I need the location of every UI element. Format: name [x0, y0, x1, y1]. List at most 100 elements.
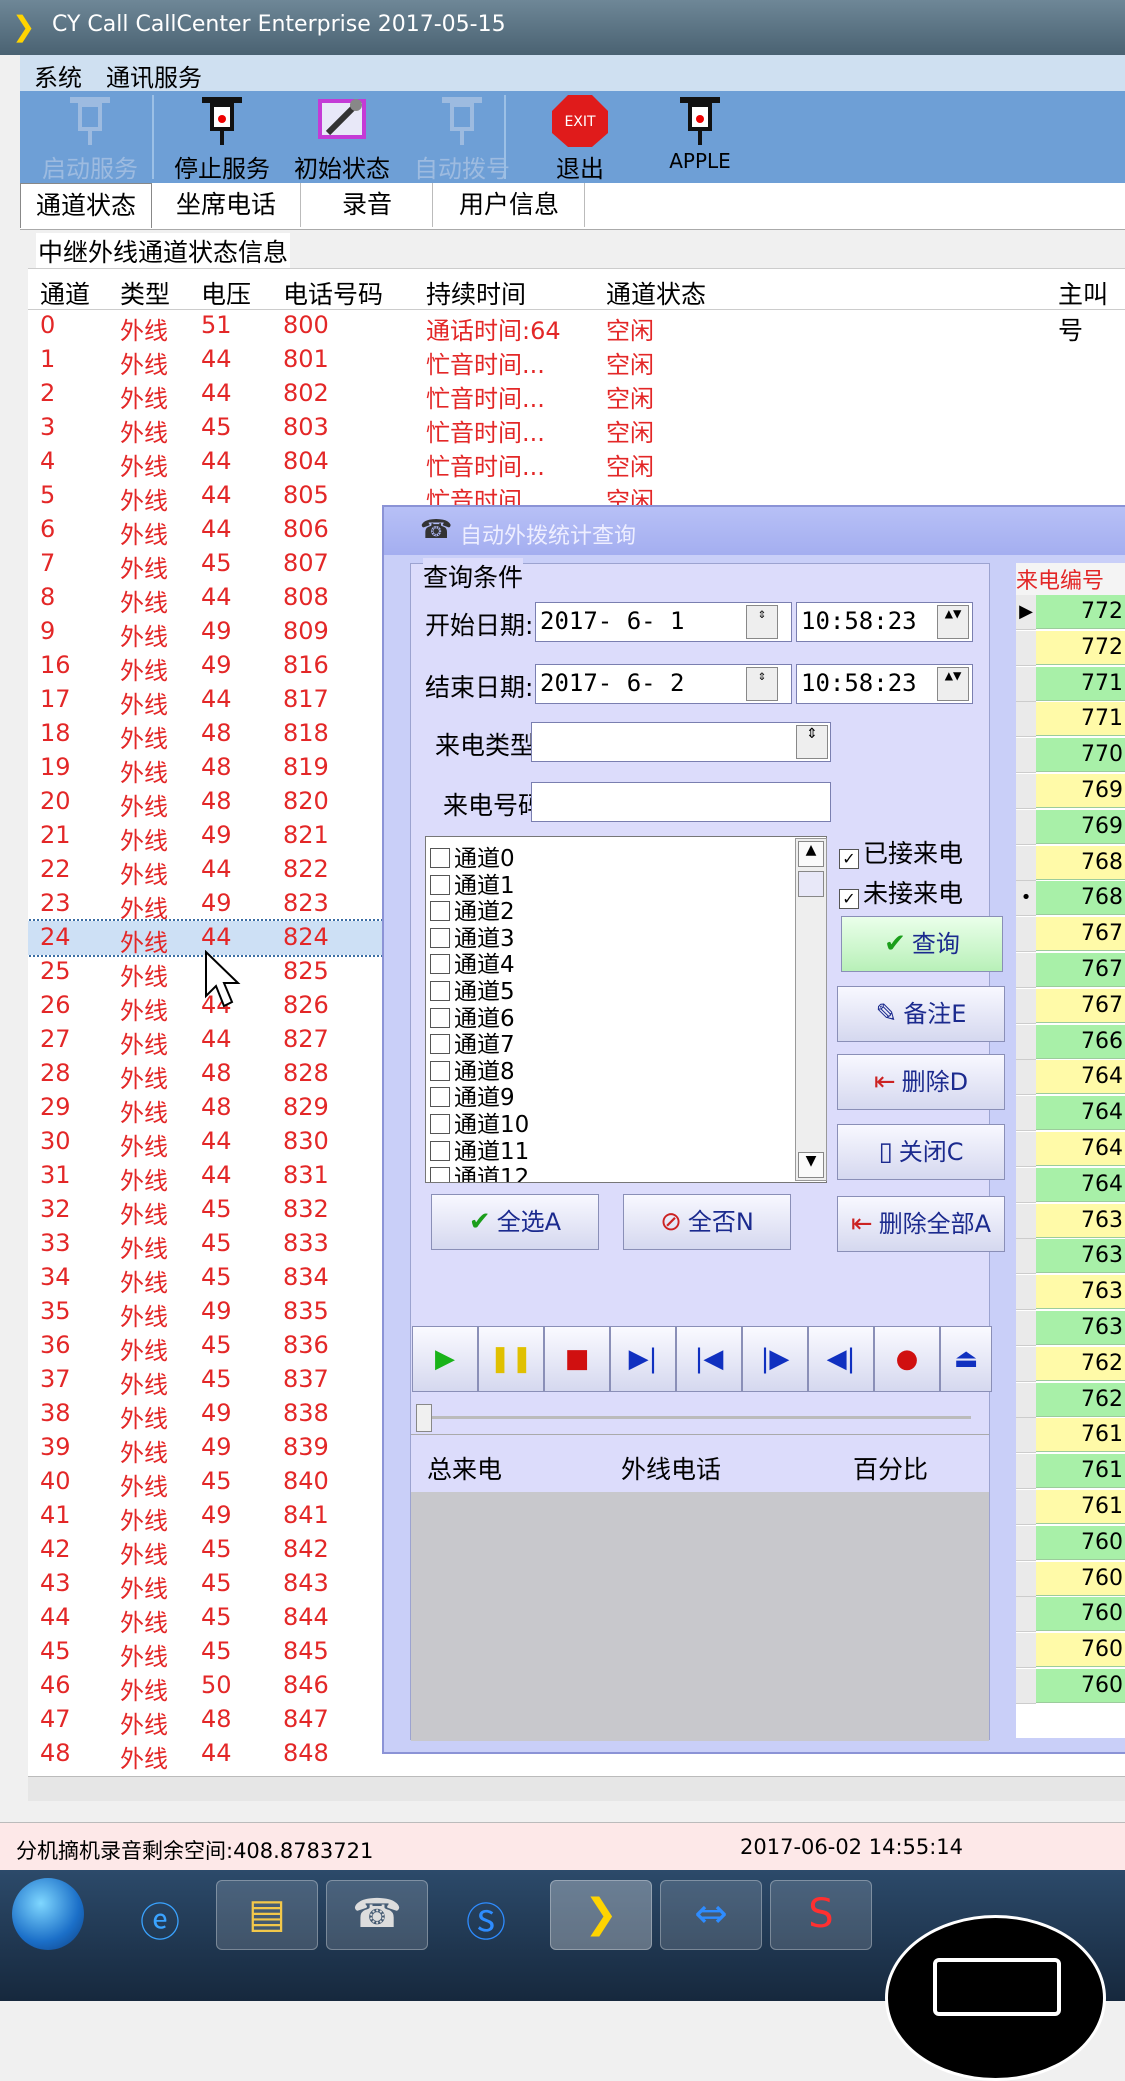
list-item[interactable]: 772	[1016, 630, 1125, 666]
end-date-input[interactable]: 2017- 6- 2 ⇕	[535, 664, 792, 704]
init-state-button[interactable]: 初始状态	[282, 91, 402, 183]
list-item[interactable]: 760	[1016, 1597, 1125, 1633]
record-icon[interactable]: ●	[874, 1326, 940, 1392]
table-row[interactable]: 3 外线 45 803 忙音时间... 空闲	[28, 411, 1125, 447]
start-date-dropdown[interactable]: ⇕	[746, 605, 778, 639]
exit-button[interactable]: EXIT 退出	[530, 91, 630, 183]
channel-checkbox[interactable]: 通道12	[430, 1158, 529, 1182]
table-row[interactable]: 4 外线 44 804 忙音时间... 空闲	[28, 445, 1125, 481]
list-item[interactable]: 763	[1016, 1239, 1125, 1275]
list-item[interactable]: 763	[1016, 1203, 1125, 1239]
start-button[interactable]	[12, 1878, 84, 1950]
channel-checklist[interactable]: 通道0 通道1 通道2 通道3 通道4 通道5 通道6 通道7 通道8 通道9 通道10 通道11 通道…	[425, 836, 827, 1183]
tab-user-info[interactable]: 用户信息	[434, 183, 585, 227]
app-s-icon[interactable]: S	[770, 1880, 872, 1950]
list-item[interactable]: 767	[1016, 953, 1125, 988]
table-row[interactable]: 2 外线 44 802 忙音时间... 空闲	[28, 377, 1125, 413]
menu-system[interactable]: 系统	[34, 58, 82, 93]
call-id-header[interactable]: 来电编号	[1016, 563, 1125, 595]
note-button[interactable]: ✎ 备注E	[837, 986, 1005, 1042]
explorer-icon[interactable]: ▤	[216, 1880, 318, 1950]
table-row[interactable]: 0 外线 51 800 通话时间:64 空闲	[28, 309, 1125, 345]
ie-icon[interactable]: ⓔ	[110, 1880, 210, 1948]
channel-checkbox[interactable]: 通道3	[430, 919, 515, 952]
start-service-button[interactable]: 启动服务	[30, 91, 150, 183]
close-button[interactable]: ▯ 关闭C	[837, 1124, 1005, 1180]
channel-checkbox[interactable]: 通道8	[430, 1052, 515, 1085]
list-item[interactable]: 761	[1016, 1454, 1125, 1490]
horizontal-scrollbar[interactable]	[28, 1776, 1125, 1801]
list-item[interactable]: 761	[1016, 1490, 1125, 1525]
col-voltage[interactable]: 电压	[201, 275, 251, 311]
list-item[interactable]: 760	[1016, 1669, 1125, 1704]
list-item[interactable]: 763	[1016, 1311, 1125, 1346]
list-item[interactable]: 762	[1016, 1382, 1125, 1418]
pause-icon[interactable]: ❚❚	[478, 1326, 544, 1392]
end-date-dropdown[interactable]: ⇕	[746, 667, 778, 701]
list-item[interactable]: 760	[1016, 1561, 1125, 1597]
list-item[interactable]: 764	[1016, 1132, 1125, 1167]
query-button[interactable]: ✔ 查询	[841, 916, 1003, 972]
answered-checkbox[interactable]: ✓ 已接来电	[839, 834, 963, 870]
list-item[interactable]: 764	[1016, 1060, 1125, 1096]
end-time-spinner[interactable]: ▲▼	[937, 667, 969, 701]
select-none-button[interactable]: ⊘ 全否N	[623, 1194, 791, 1250]
col-channel[interactable]: 通道	[40, 275, 90, 311]
tab-channel-status[interactable]: 通道状态	[20, 183, 152, 228]
seek-slider[interactable]	[411, 1402, 989, 1435]
list-item[interactable]: 768	[1016, 845, 1125, 881]
col-state[interactable]: 通道状态	[606, 275, 706, 311]
list-item[interactable]: 771	[1016, 702, 1125, 738]
missed-checkbox[interactable]: ✓ 未接来电	[839, 874, 963, 910]
delete-all-button[interactable]: ⇤ 删除全部A	[837, 1196, 1005, 1252]
previous-icon[interactable]: |◀	[676, 1326, 742, 1392]
phone-icon[interactable]: ☎	[326, 1880, 428, 1950]
list-item[interactable]: ▶ 772	[1016, 595, 1125, 630]
start-time-spinner[interactable]: ▲▼	[937, 605, 969, 639]
channel-checkbox[interactable]: 通道0	[430, 839, 515, 872]
list-item[interactable]: 761	[1016, 1418, 1125, 1454]
next-icon[interactable]: ▶|	[610, 1326, 676, 1392]
list-item[interactable]: 771	[1016, 666, 1125, 702]
list-item[interactable]: 760	[1016, 1525, 1125, 1561]
menu-comm-service[interactable]: 通讯服务	[106, 58, 202, 93]
checklist-scrollbar[interactable]: ▲ ▼	[795, 838, 827, 1181]
call-number-input[interactable]	[531, 782, 831, 822]
call-type-dropdown[interactable]: ⇕	[796, 725, 828, 759]
channel-checkbox[interactable]: 通道6	[430, 999, 515, 1032]
call-type-select[interactable]: ⇕	[531, 722, 831, 762]
list-item[interactable]: 764	[1016, 1167, 1125, 1203]
apple-button[interactable]: APPLE	[640, 91, 760, 183]
channel-checkbox[interactable]: 通道10	[430, 1105, 529, 1138]
list-item[interactable]: 766	[1016, 1024, 1125, 1060]
list-item[interactable]: 767	[1016, 917, 1125, 953]
step-back-icon[interactable]: ◀|	[808, 1326, 874, 1392]
stop-service-button[interactable]: 停止服务	[162, 91, 282, 183]
callcenter-icon[interactable]: ❯	[550, 1880, 652, 1950]
channel-checkbox[interactable]: 通道1	[430, 866, 515, 899]
list-item[interactable]: 763	[1016, 1275, 1125, 1311]
col-type[interactable]: 类型	[120, 275, 170, 311]
col-total-calls[interactable]: 总来电	[427, 1450, 502, 1486]
channel-checkbox[interactable]: 通道2	[430, 892, 515, 925]
channel-checkbox[interactable]: 通道4	[430, 945, 515, 978]
channel-checkbox[interactable]: 通道11	[430, 1132, 529, 1165]
channel-checkbox[interactable]: 通道5	[430, 972, 515, 1005]
start-time-input[interactable]: 10:58:23 ▲▼	[796, 602, 973, 642]
list-item[interactable]: 764	[1016, 1096, 1125, 1132]
col-phone[interactable]: 电话号码	[283, 275, 383, 311]
eject-icon[interactable]: ⏏	[940, 1326, 992, 1392]
list-item[interactable]: 767	[1016, 988, 1125, 1024]
keyboard-icon[interactable]	[885, 1915, 1106, 2081]
list-item[interactable]: 769	[1016, 774, 1125, 809]
tab-agent-phone[interactable]: 坐席电话	[152, 183, 301, 227]
start-date-input[interactable]: 2017- 6- 1 ⇕	[535, 602, 792, 642]
col-duration[interactable]: 持续时间	[426, 275, 526, 311]
stop-icon[interactable]: ■	[544, 1326, 610, 1392]
play-icon[interactable]: ▶	[412, 1326, 478, 1392]
list-item[interactable]: 760	[1016, 1633, 1125, 1669]
tab-recording[interactable]: 录音	[302, 183, 433, 227]
end-time-input[interactable]: 10:58:23 ▲▼	[796, 664, 973, 704]
list-item[interactable]: 762	[1016, 1346, 1125, 1382]
channel-checkbox[interactable]: 通道7	[430, 1025, 515, 1058]
